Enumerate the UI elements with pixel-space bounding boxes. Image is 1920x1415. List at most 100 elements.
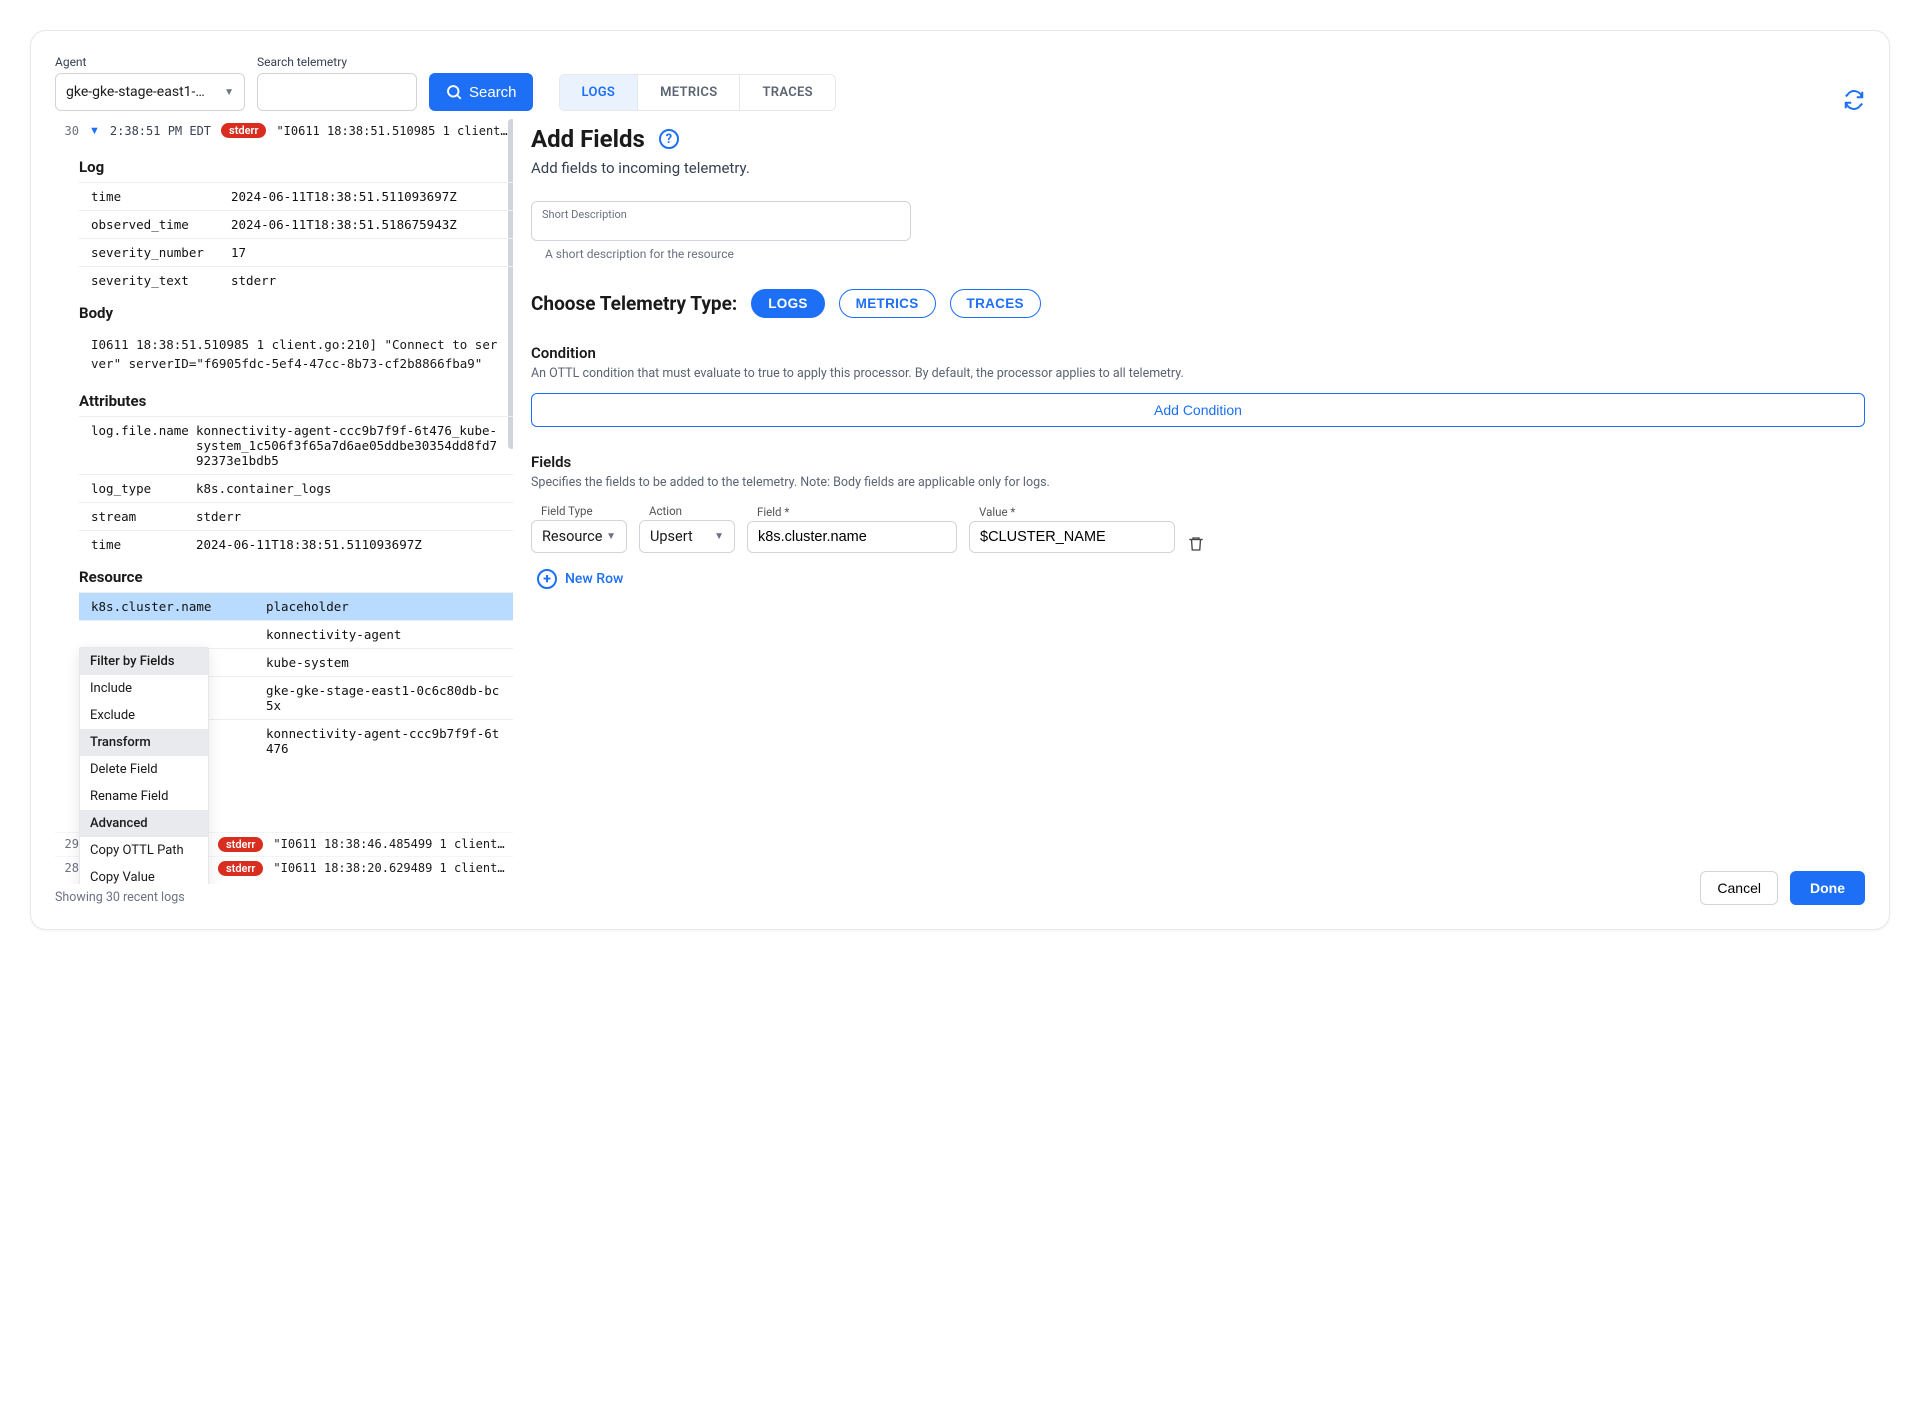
- short-description-input[interactable]: Short Description: [531, 201, 911, 241]
- section-body: Body: [79, 304, 513, 322]
- severity-pill: stderr: [218, 837, 263, 852]
- type-pill-metrics[interactable]: METRICS: [839, 289, 936, 318]
- chevron-down-icon[interactable]: ▼: [89, 124, 100, 137]
- done-button[interactable]: Done: [1790, 871, 1865, 905]
- ctx-filter-heading: Filter by Fields: [80, 648, 208, 675]
- main: 30 ▼ 2:38:51 PM EDT stderr "I0611 18:38:…: [55, 119, 1865, 905]
- search-icon: [445, 83, 463, 101]
- short-description-label: Short Description: [542, 208, 627, 221]
- new-row-label: New Row: [565, 571, 623, 587]
- search-button[interactable]: Search: [429, 73, 533, 111]
- kv-resource-1[interactable]: konnectivity-agent: [79, 620, 513, 648]
- kv-attr-time[interactable]: time2024-06-11T18:38:51.511093697Z: [79, 530, 513, 558]
- body-text[interactable]: I0611 18:38:51.510985 1 client.go:210] "…: [79, 328, 513, 382]
- search-label: Search telemetry: [257, 55, 417, 69]
- search-group: Search telemetry: [257, 55, 417, 111]
- kv-severity-number[interactable]: severity_number17: [79, 238, 513, 266]
- tab-metrics[interactable]: METRICS: [638, 75, 740, 110]
- trash-icon[interactable]: [1187, 535, 1205, 553]
- agent-group: Agent gke-gke-stage-east1-… ▼: [55, 55, 245, 111]
- condition-desc: An OTTL condition that must evaluate to …: [531, 366, 1865, 381]
- search-input[interactable]: [257, 73, 417, 111]
- field-col: Field *: [747, 505, 957, 553]
- ctx-copy-value[interactable]: Copy Value: [80, 864, 208, 884]
- ctx-delete-field[interactable]: Delete Field: [80, 756, 208, 783]
- kv-severity-text[interactable]: severity_textstderr: [79, 266, 513, 294]
- footer-buttons: Cancel Done: [531, 871, 1865, 905]
- choose-type-label: Choose Telemetry Type:: [531, 292, 737, 315]
- tab-logs[interactable]: LOGS: [560, 75, 639, 110]
- log-expanded: Log time2024-06-11T18:38:51.511093697Z o…: [55, 142, 513, 832]
- page-subtitle: Add fields to incoming telemetry.: [531, 159, 1865, 177]
- row-body-summary: "I0611 18:38:20.629489 1 client…: [273, 861, 513, 875]
- fields-heading: Fields: [531, 453, 1865, 471]
- status-bar: Showing 30 recent logs: [55, 884, 513, 905]
- agent-label: Agent: [55, 55, 245, 69]
- kv-cluster-name[interactable]: k8s.cluster.nameplaceholder: [79, 592, 513, 620]
- section-attributes: Attributes: [79, 392, 513, 410]
- add-condition-button[interactable]: Add Condition: [531, 393, 1865, 427]
- row-body-summary: "I0611 18:38:51.510985 1 client…: [276, 124, 513, 138]
- cancel-button[interactable]: Cancel: [1700, 871, 1778, 905]
- telemetry-tabs: LOGS METRICS TRACES: [559, 74, 836, 111]
- fields-desc: Specifies the fields to be added to the …: [531, 475, 1865, 490]
- kv-time[interactable]: time2024-06-11T18:38:51.511093697Z: [79, 182, 513, 210]
- section-log: Log: [79, 158, 513, 176]
- ctx-include[interactable]: Include: [80, 675, 208, 702]
- row-index: 28: [55, 861, 79, 875]
- agent-select[interactable]: gke-gke-stage-east1-… ▼: [55, 73, 245, 111]
- action-label: Action: [649, 504, 735, 518]
- kv-log-file-name[interactable]: log.file.namekonnectivity-agent-ccc9b7f9…: [79, 416, 513, 474]
- type-pill-traces[interactable]: TRACES: [950, 289, 1041, 318]
- action-col: Action Upsert ▼: [639, 504, 735, 553]
- ctx-exclude[interactable]: Exclude: [80, 702, 208, 729]
- value-input[interactable]: [969, 521, 1175, 553]
- agent-value: gke-gke-stage-east1-…: [66, 84, 205, 100]
- page-title: Add Fields: [531, 125, 645, 153]
- refresh-icon[interactable]: [1843, 89, 1865, 111]
- caret-down-icon: ▼: [606, 531, 616, 542]
- left-pane: 30 ▼ 2:38:51 PM EDT stderr "I0611 18:38:…: [55, 119, 513, 905]
- caret-down-icon: ▼: [224, 87, 234, 98]
- ctx-rename-field[interactable]: Rename Field: [80, 783, 208, 810]
- fields-row: Field Type Resource ▼ Action Upsert ▼ Fi…: [531, 504, 1865, 553]
- ctx-advanced-heading: Advanced: [80, 810, 208, 837]
- kv-log-type[interactable]: log_typek8s.container_logs: [79, 474, 513, 502]
- log-list[interactable]: 30 ▼ 2:38:51 PM EDT stderr "I0611 18:38:…: [55, 119, 513, 884]
- log-row-30[interactable]: 30 ▼ 2:38:51 PM EDT stderr "I0611 18:38:…: [55, 119, 513, 142]
- row-index: 29: [55, 837, 79, 851]
- short-description-hint: A short description for the resource: [545, 247, 1865, 261]
- field-name-input[interactable]: [747, 521, 957, 553]
- condition-heading: Condition: [531, 344, 1865, 362]
- tab-traces[interactable]: TRACES: [740, 75, 834, 110]
- kv-observed-time[interactable]: observed_time2024-06-11T18:38:51.5186759…: [79, 210, 513, 238]
- type-pill-logs[interactable]: LOGS: [751, 289, 824, 318]
- row-body-summary: "I0611 18:38:46.485499 1 client…: [273, 837, 513, 851]
- field-name-label: Field *: [757, 505, 957, 519]
- topbar: Agent gke-gke-stage-east1-… ▼ Search tel…: [55, 55, 1865, 111]
- context-menu: Filter by Fields Include Exclude Transfo…: [79, 647, 209, 884]
- help-icon[interactable]: ?: [659, 129, 679, 149]
- title-row: Add Fields ?: [531, 125, 1865, 153]
- app-container: Agent gke-gke-stage-east1-… ▼ Search tel…: [30, 30, 1890, 930]
- row-timestamp: 2:38:51 PM EDT: [110, 124, 211, 138]
- field-type-label: Field Type: [541, 504, 627, 518]
- field-type-value: Resource: [542, 528, 602, 545]
- ctx-transform-heading: Transform: [80, 729, 208, 756]
- row-index: 30: [55, 124, 79, 138]
- plus-icon: +: [537, 569, 557, 589]
- field-type-select[interactable]: Resource ▼: [531, 520, 627, 553]
- telemetry-type-row: Choose Telemetry Type: LOGS METRICS TRAC…: [531, 289, 1865, 318]
- action-select[interactable]: Upsert ▼: [639, 520, 735, 553]
- right-pane: Add Fields ? Add fields to incoming tele…: [531, 119, 1865, 905]
- value-label: Value *: [979, 505, 1175, 519]
- field-type-col: Field Type Resource ▼: [531, 504, 627, 553]
- value-col: Value *: [969, 505, 1175, 553]
- severity-pill: stderr: [218, 861, 263, 876]
- caret-down-icon: ▼: [714, 531, 724, 542]
- ctx-copy-ottl[interactable]: Copy OTTL Path: [80, 837, 208, 864]
- section-resource: Resource: [79, 568, 513, 586]
- action-value: Upsert: [650, 528, 693, 545]
- new-row-button[interactable]: + New Row: [537, 569, 1865, 589]
- kv-stream[interactable]: streamstderr: [79, 502, 513, 530]
